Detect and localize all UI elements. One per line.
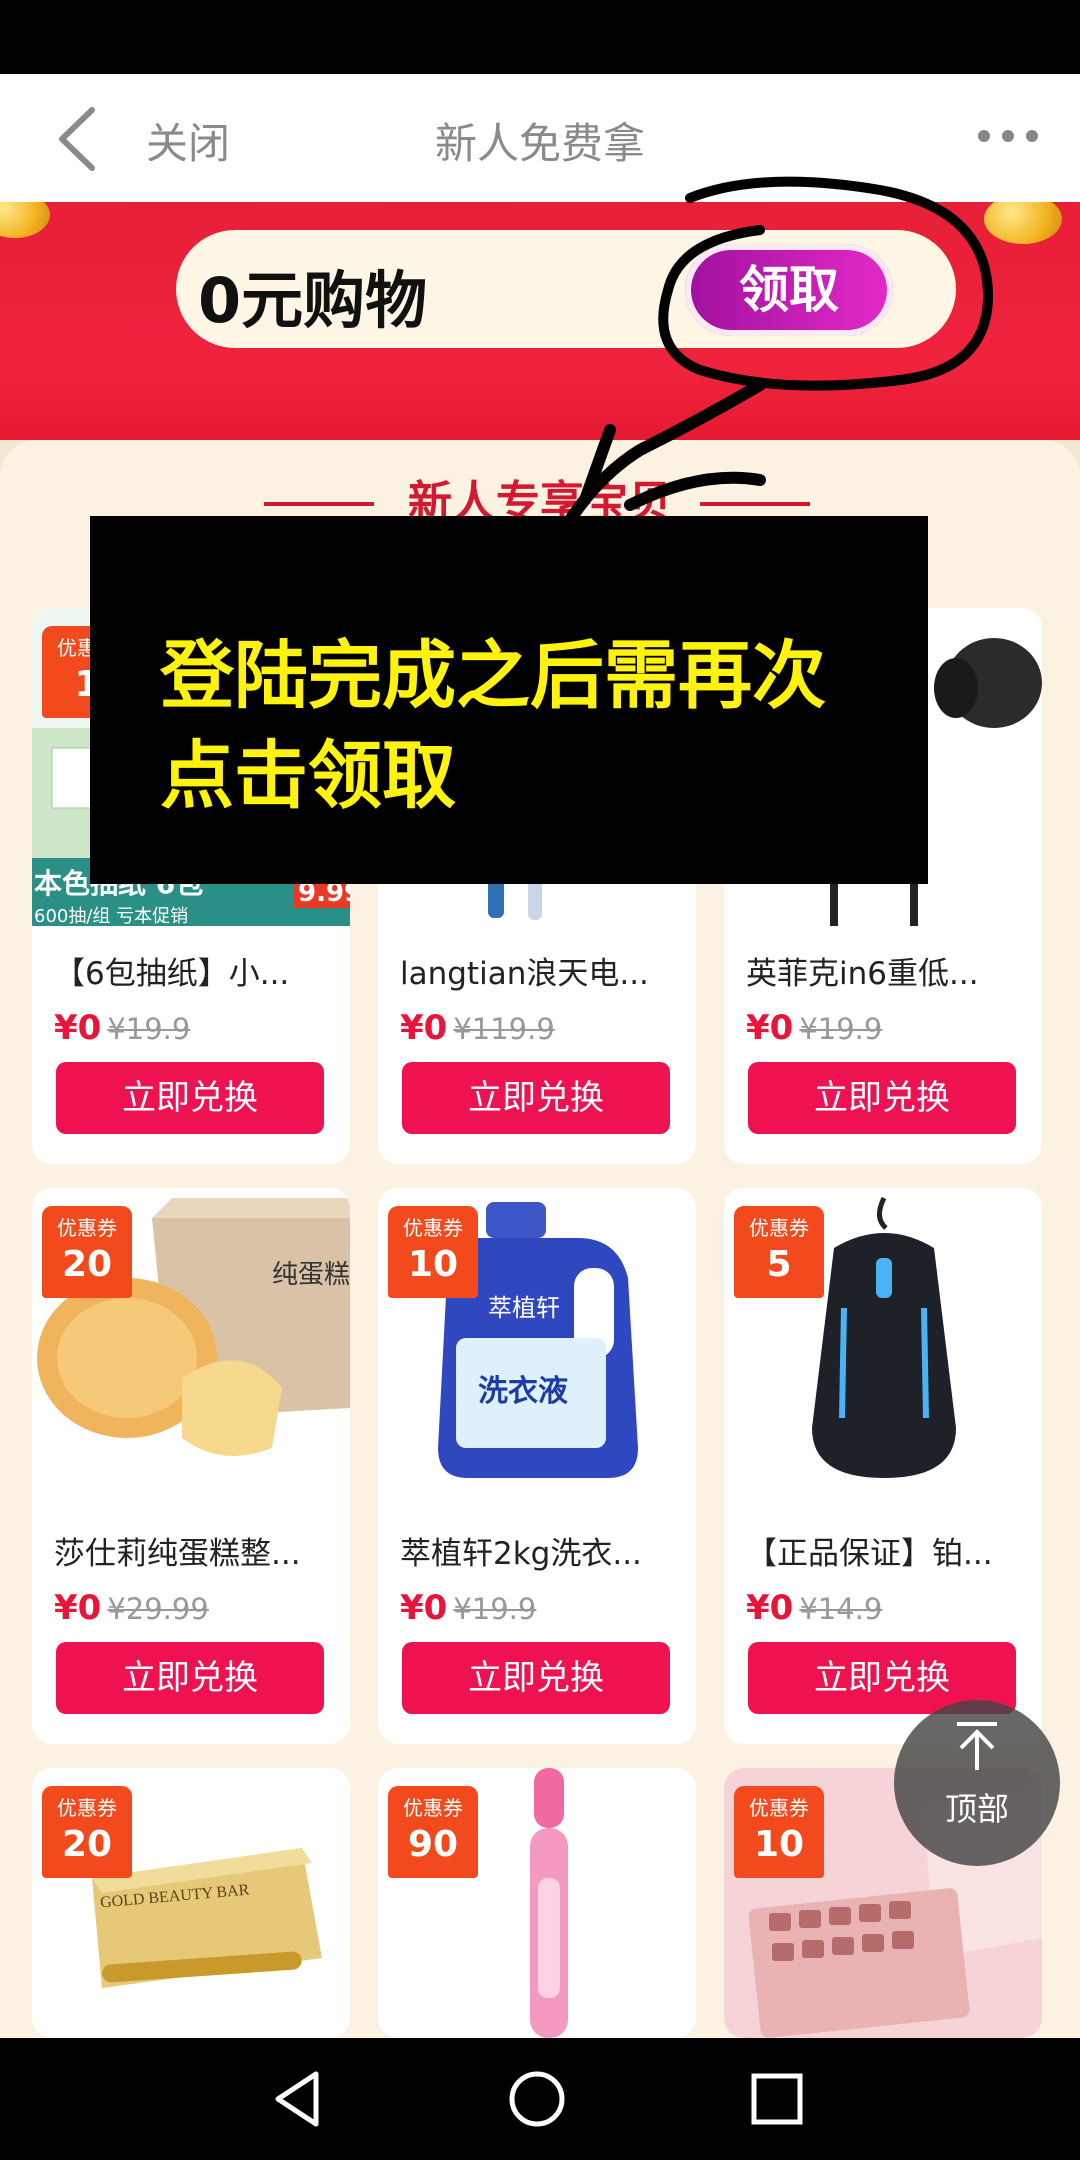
scroll-top-label: 顶部 [944,1790,1009,1828]
scroll-top-button[interactable]: 顶部 [894,1700,1060,1866]
nav-home-icon[interactable] [506,2068,568,2130]
nav-recents-icon[interactable] [746,2068,808,2130]
arrow-up-icon [957,1722,997,1770]
system-navigation-bar [0,2038,1080,2160]
nav-back-icon[interactable] [266,2068,328,2130]
